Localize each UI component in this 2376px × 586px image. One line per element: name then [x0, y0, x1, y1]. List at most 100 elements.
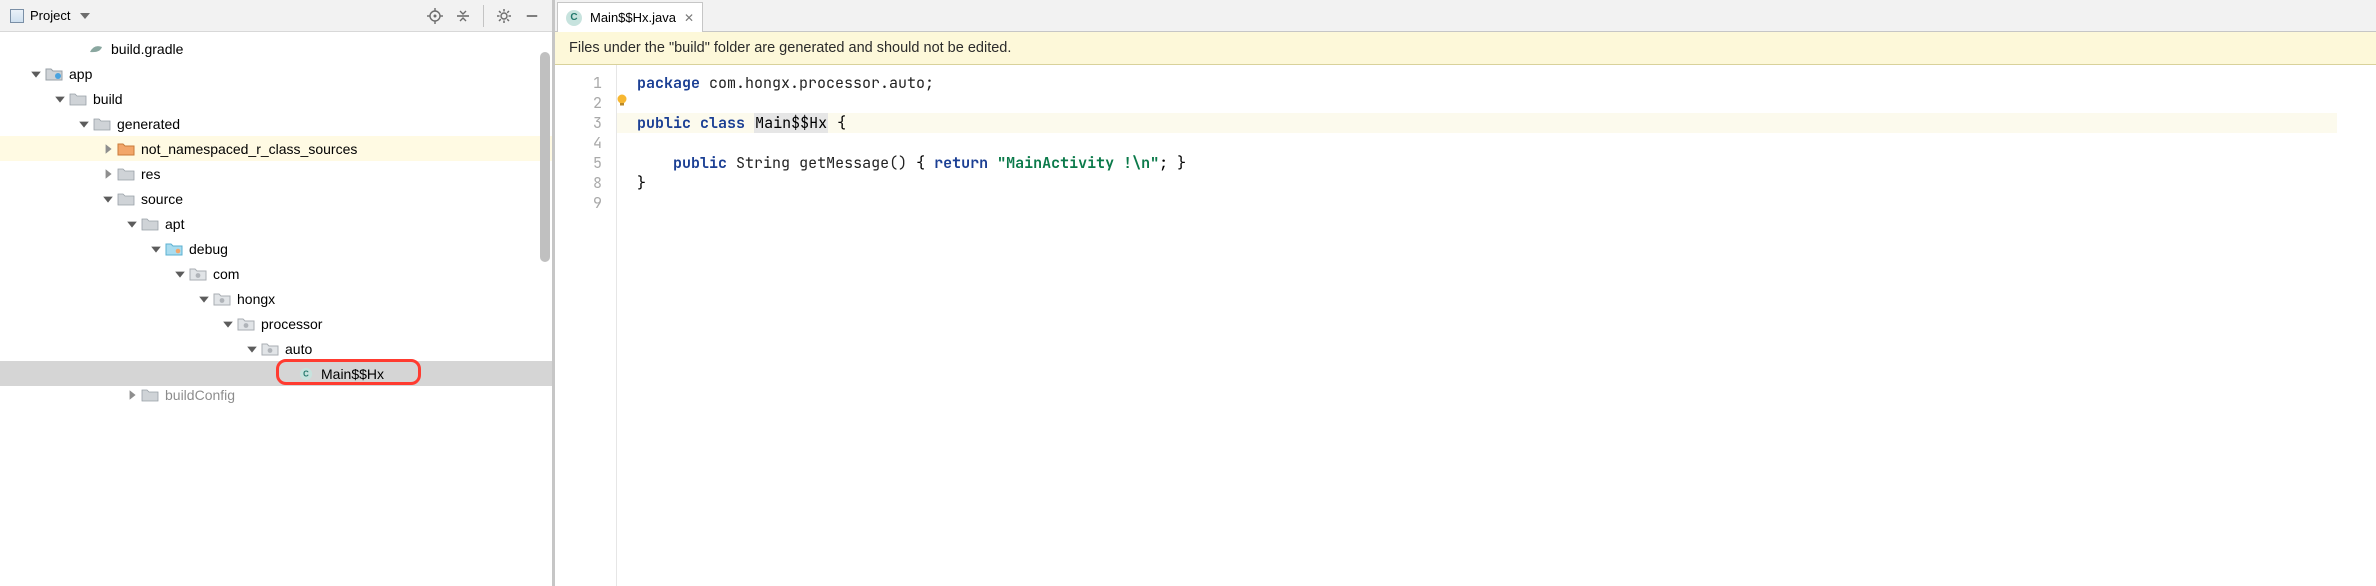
keyword-public-2: public [673, 153, 727, 173]
package-name: com.hongx.processor.auto; [700, 73, 934, 93]
project-icon [10, 9, 24, 23]
tree-item-label: com [213, 266, 239, 282]
tree-item-label: not_namespaced_r_class_sources [141, 141, 357, 157]
folder-icon [117, 192, 135, 206]
generated-file-banner: Files under the "build" folder are gener… [555, 32, 2376, 65]
tree-item-label: build [93, 91, 123, 107]
tree-item-source[interactable]: source [0, 186, 552, 211]
chevron-right-icon[interactable] [102, 143, 114, 155]
src-icon [117, 142, 135, 156]
tree-item-label: buildConfig [165, 387, 235, 403]
tree-item-auto[interactable]: auto [0, 336, 552, 361]
project-tree[interactable]: build.gradle appbuild generated not_namespa… [0, 32, 552, 586]
class-icon: C [566, 10, 582, 26]
class-name: Main$$Hx [754, 113, 828, 133]
pkg-icon [189, 267, 207, 281]
tree-item-main-hx[interactable]: C Main$$Hx [0, 361, 552, 386]
gensrc-icon [165, 242, 183, 256]
tree-item-hongx[interactable]: hongx [0, 286, 552, 311]
chevron-down-icon[interactable] [174, 268, 186, 280]
tree-item-label: processor [261, 316, 322, 332]
line-number: 5 [555, 153, 602, 173]
line-number: 1 [555, 73, 602, 93]
pkg-icon [261, 342, 279, 356]
chevron-right-icon[interactable] [102, 168, 114, 180]
tree-item-com[interactable]: com [0, 261, 552, 286]
tree-item-label: debug [189, 241, 228, 257]
editor-panel: C Main$$Hx.java ✕ Files under the "build… [555, 0, 2376, 586]
folder-icon [69, 92, 87, 106]
code-content[interactable]: package com.hongx.processor.auto; public… [617, 65, 2337, 586]
tree-scrollbar[interactable] [540, 52, 550, 262]
tree-item-build[interactable]: build [0, 86, 552, 111]
project-panel-header: Project [0, 0, 552, 32]
tree-item-label: apt [165, 216, 184, 232]
tree-item-debug[interactable]: debug [0, 236, 552, 261]
project-view-selector[interactable]: Project [6, 6, 94, 25]
line-number: 9 [555, 193, 602, 213]
line-number: 8 [555, 173, 602, 193]
chevron-down-icon[interactable] [78, 118, 90, 130]
banner-text: Files under the "build" folder are gener… [569, 40, 1011, 56]
tree-item-label: generated [117, 116, 180, 132]
tree-item-app[interactable]: app [0, 61, 552, 86]
chevron-down-icon[interactable] [54, 93, 66, 105]
pkg-icon [213, 292, 231, 306]
indent [637, 153, 673, 173]
type-string: String [736, 153, 790, 173]
keyword-return: return [934, 153, 988, 173]
editor-tab-bar: C Main$$Hx.java ✕ [555, 0, 2376, 32]
brace-open: { [828, 113, 846, 133]
tree-item-build-gradle[interactable]: build.gradle [0, 36, 552, 61]
project-title: Project [30, 8, 70, 23]
string-literal: "MainActivity !\n" [997, 153, 1159, 173]
intention-bulb-icon[interactable] [615, 93, 629, 107]
line-number: 4 [555, 133, 602, 153]
tree-item-label: Main$$Hx [321, 366, 384, 382]
chevron-down-icon[interactable] [222, 318, 234, 330]
chevron-down-icon[interactable] [30, 68, 42, 80]
keyword-package: package [637, 73, 700, 93]
folder-icon [141, 388, 159, 402]
chevron-down-icon[interactable] [198, 293, 210, 305]
tree-item-res[interactable]: res [0, 161, 552, 186]
gradle-icon [87, 42, 105, 56]
tree-item-label: hongx [237, 291, 275, 307]
tree-item-label: build.gradle [111, 41, 183, 57]
editor-tab[interactable]: C Main$$Hx.java ✕ [557, 2, 703, 32]
class-icon: C [297, 367, 315, 381]
tree-item-not-namespaced-r-class-sources[interactable]: not_namespaced_r_class_sources [0, 136, 552, 161]
chevron-down-icon[interactable] [102, 193, 114, 205]
tree-item-buildconfig[interactable]: buildConfig [0, 386, 552, 404]
tree-item-label: res [141, 166, 160, 182]
pkg-icon [237, 317, 255, 331]
locate-icon[interactable] [425, 6, 445, 26]
collapse-all-icon[interactable] [453, 6, 473, 26]
chevron-down-icon[interactable] [126, 218, 138, 230]
tree-item-processor[interactable]: processor [0, 311, 552, 336]
keyword-class: class [700, 113, 745, 133]
chevron-down-icon[interactable] [150, 243, 162, 255]
tree-item-label: auto [285, 341, 312, 357]
gear-icon[interactable] [494, 6, 514, 26]
tree-item-label: app [69, 66, 92, 82]
chevron-right-icon[interactable] [126, 389, 138, 401]
folder-icon [93, 117, 111, 131]
code-editor[interactable]: 1234589 package com.hongx.processor.auto… [555, 65, 2376, 586]
toolbar-separator [483, 5, 484, 27]
line-gutter: 1234589 [555, 65, 617, 586]
tree-item-apt[interactable]: apt [0, 211, 552, 236]
hide-icon[interactable] [522, 6, 542, 26]
keyword-public: public [637, 113, 691, 133]
svg-text:C: C [303, 369, 309, 378]
project-tool-window: Project build.gradle appbuild generated not… [0, 0, 555, 586]
close-tab-icon[interactable]: ✕ [684, 11, 694, 25]
tree-item-generated[interactable]: generated [0, 111, 552, 136]
tree-item-label: source [141, 191, 183, 207]
chevron-down-icon[interactable] [246, 343, 258, 355]
dropdown-icon [80, 13, 90, 19]
line-number: 3 [555, 113, 602, 133]
line-number: 2 [555, 93, 602, 113]
folder-icon [117, 167, 135, 181]
folder-icon [141, 217, 159, 231]
